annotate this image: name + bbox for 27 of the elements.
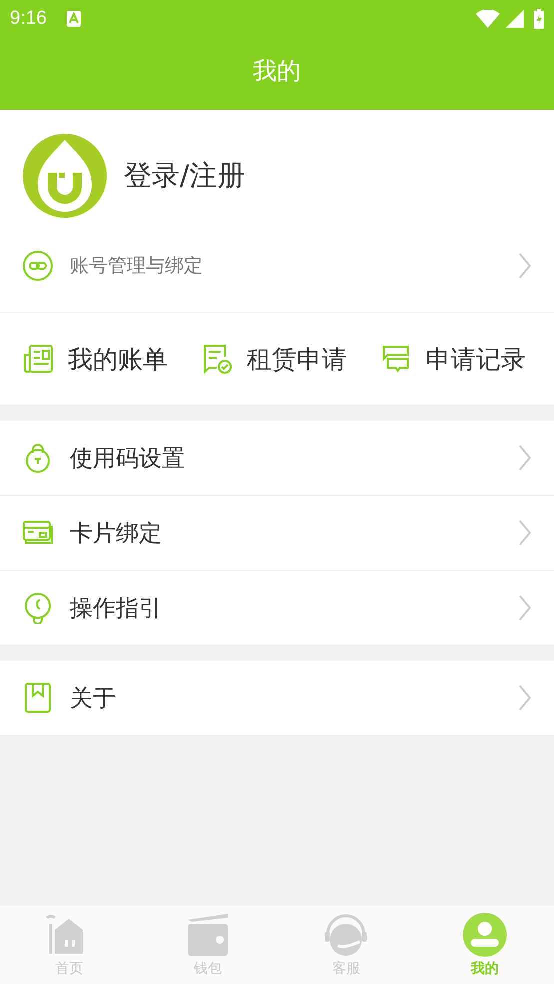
chevron-right-icon: [518, 594, 532, 622]
account-management-link[interactable]: 账号管理与绑定: [70, 253, 502, 279]
page-title: 我的: [252, 56, 302, 87]
avatar-logo[interactable]: [22, 133, 108, 219]
menu-item[interactable]: 卡片绑定: [70, 518, 502, 548]
status-time: 9:16: [10, 8, 47, 30]
shortcut-label[interactable]: 申请记录: [426, 342, 526, 376]
chevron-right-icon: [518, 444, 532, 472]
wifi-icon: [476, 10, 500, 28]
login-register-link[interactable]: 登录/注册: [124, 157, 246, 195]
light-bulb-icon: [22, 592, 54, 624]
user-icon: [460, 912, 509, 958]
link-icon: [22, 250, 54, 282]
battery-icon: [534, 9, 544, 29]
chevron-right-icon: [518, 684, 532, 712]
chevron-right-icon: [518, 519, 532, 547]
menu-item[interactable]: 操作指引: [70, 592, 502, 624]
newspaper-icon: [22, 343, 54, 375]
bookmark-book-icon: [22, 682, 54, 714]
menu-item[interactable]: 使用码设置: [70, 442, 502, 474]
document-check-icon: [201, 343, 233, 375]
shortcut-label[interactable]: 租赁申请: [247, 342, 347, 376]
keyboard-notification-icon: [66, 11, 81, 27]
chat-bubbles-icon: [380, 343, 412, 375]
chevron-right-icon: [518, 252, 532, 280]
shortcut-label[interactable]: 我的账单: [68, 342, 168, 376]
signal-icon: [506, 10, 524, 28]
